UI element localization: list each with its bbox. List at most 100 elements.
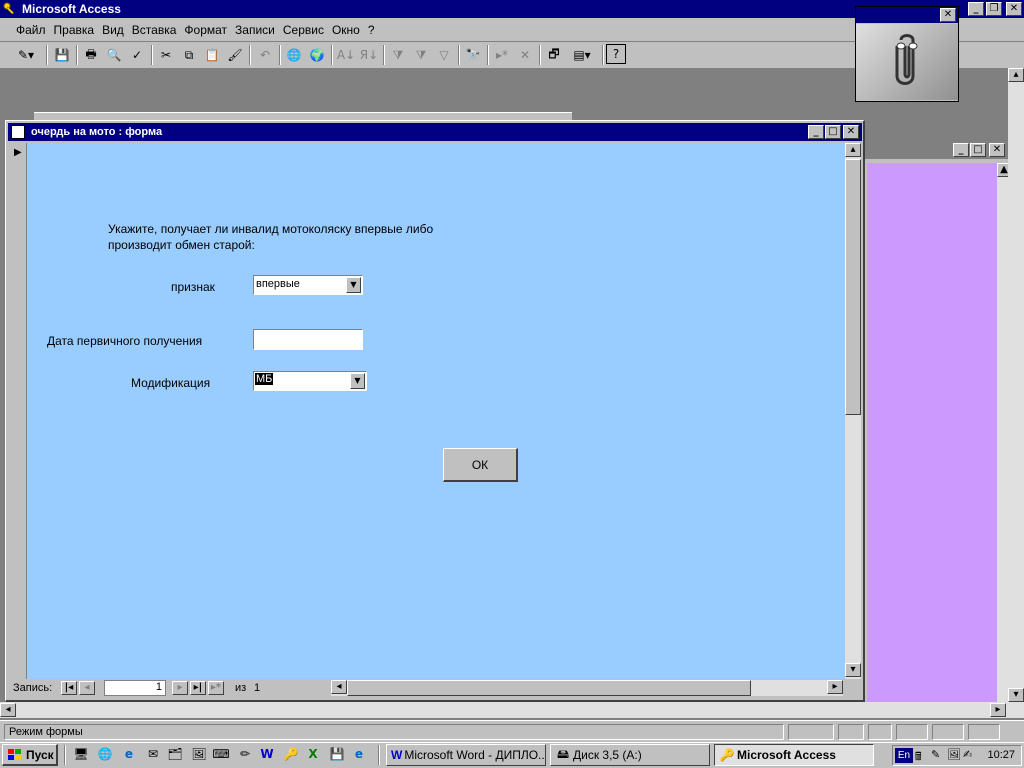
side-close-button[interactable]: ✕ [989,143,1005,157]
close-button[interactable]: ✕ [1006,2,1022,16]
minimize-button[interactable]: _ [968,2,984,16]
form-vertical-scrollbar[interactable]: ▴ ▾ [845,143,861,679]
format-painter-icon[interactable]: 🖌 [224,44,246,66]
ok-button[interactable]: ОК [443,448,518,482]
ie-icon[interactable]: e [120,747,138,763]
task-word[interactable]: W Microsoft Word - ДИПЛО... [386,744,546,766]
date-input[interactable] [253,329,363,350]
delete-record-icon[interactable]: ✕ [514,44,536,66]
tray-app-icon[interactable]: 🖩 [915,748,922,767]
next-record-button[interactable]: ▸ [172,681,188,695]
modification-combo[interactable]: МБ ▼ [253,371,367,391]
sort-descending-icon[interactable]: Я↓ [358,44,380,66]
save-icon[interactable]: 💾 [51,44,73,66]
chevron-down-icon[interactable]: ▼ [346,277,361,293]
form-title-bar[interactable]: очердь на мото : форма _ □ ✕ [8,123,862,141]
new-record-icon[interactable]: ▸* [491,44,513,66]
browser-icon[interactable]: 🌐 [96,747,114,763]
first-record-button[interactable]: |◂ [61,681,77,695]
menu-insert[interactable]: Вставка [128,23,181,37]
assistant-close-button[interactable]: ✕ [940,8,956,22]
excel-icon[interactable]: X [304,747,322,763]
tray-app-icon[interactable]: ✎ [931,748,940,761]
side-maximize-button[interactable]: □ [970,143,986,157]
menu-file[interactable]: Файл [12,23,50,37]
mdi-horizontal-scrollbar[interactable]: ◂ ▸ [0,702,1008,718]
print-icon[interactable]: 🖶 [80,44,102,66]
scroll-left-icon[interactable]: ◂ [331,680,347,694]
task-access[interactable]: 🔑 Microsoft Access [714,744,874,766]
office-assistant[interactable]: ✕ [855,6,959,102]
start-label: Пуск [26,747,54,762]
form-minimize-button[interactable]: _ [808,125,824,139]
keyboard-icon[interactable]: ⌨ [212,747,230,763]
scroll-right-icon[interactable]: ▸ [990,703,1006,717]
preview-icon[interactable]: 🔍 [103,44,125,66]
spelling-icon[interactable]: ✓ [126,44,148,66]
scroll-thumb[interactable] [347,680,751,696]
side-minimize-button[interactable]: _ [953,143,969,157]
word-icon[interactable]: W [258,747,276,763]
restore-button[interactable]: ❐ [986,2,1002,16]
menu-records[interactable]: Записи [231,23,279,37]
tray-app-icon[interactable]: ✍ [963,748,972,761]
help-icon[interactable]: ? [606,44,626,64]
web-icon[interactable]: 🌍 [306,44,328,66]
record-selector[interactable]: ▶ [9,143,27,679]
start-button[interactable]: Пуск [2,744,58,766]
menu-window[interactable]: Окно [328,23,364,37]
scroll-left-icon[interactable]: ◂ [0,703,16,717]
scroll-down-icon[interactable]: ▾ [845,663,861,677]
task-disk[interactable]: 🖴 Диск 3,5 (A:) [550,744,710,766]
priznak-combo[interactable]: впервые ▼ [253,275,363,295]
mdi-vertical-scrollbar[interactable]: ▴ ▾ [1008,68,1024,718]
filter-form-icon[interactable]: ⧩ [410,44,432,66]
copy-icon[interactable]: ⧉ [178,44,200,66]
photo-icon[interactable]: 🖼 [190,747,208,763]
chevron-down-icon[interactable]: ▼ [350,373,365,389]
floppy-icon[interactable]: 💾 [328,747,346,763]
menu-tools[interactable]: Сервис [279,23,328,37]
hyperlink-icon[interactable]: 🌐 [283,44,305,66]
scroll-down-icon[interactable]: ▾ [1008,688,1024,702]
database-window-icon[interactable]: 🗗 [543,44,565,66]
paperclip-icon [856,24,958,100]
menu-help[interactable]: ? [364,23,379,37]
view-icon[interactable]: ✎▾ [10,44,42,66]
form-horizontal-scrollbar[interactable]: ◂ ▸ [331,680,843,696]
language-indicator[interactable]: En [895,748,913,763]
instruction-line-2: производит обмен старой: [108,238,255,252]
last-record-button[interactable]: ▸| [190,681,206,695]
find-icon[interactable]: 🔭 [462,44,484,66]
tray-app-icon[interactable]: 🖼 [947,748,961,761]
form-close-button[interactable]: ✕ [843,125,859,139]
toolbar-separator [458,45,460,65]
undo-icon[interactable]: ↶ [254,44,276,66]
sort-ascending-icon[interactable]: A↓ [335,44,357,66]
key-icon[interactable]: 🔑 [282,747,300,763]
new-object-icon[interactable]: ▤▾ [566,44,598,66]
menu-edit[interactable]: Правка [50,23,99,37]
menu-format[interactable]: Формат [180,23,231,37]
filter-selection-icon[interactable]: ⧩ [387,44,409,66]
scroll-thumb[interactable] [845,159,861,415]
scroll-up-icon[interactable]: ▴ [1008,68,1024,82]
new-record-button[interactable]: ▸* [208,681,224,695]
mail-icon[interactable]: ✉ [144,747,162,763]
menu-view[interactable]: Вид [98,23,128,37]
side-window[interactable]: _ □ ✕ ▲ [862,140,1011,706]
desktop-icon[interactable]: 🖥 [72,747,90,763]
pencil-icon[interactable]: ✏ [236,747,254,763]
apply-filter-icon[interactable]: ▽ [433,44,455,66]
scroll-right-icon[interactable]: ▸ [827,680,843,694]
form-window[interactable]: очердь на мото : форма _ □ ✕ ▶ Укажите, … [5,120,865,702]
prev-record-button[interactable]: ◂ [79,681,95,695]
quicklaunch-separator [64,745,66,765]
record-number-input[interactable]: 1 [104,680,166,696]
scroll-up-icon[interactable]: ▴ [845,143,861,157]
cut-icon[interactable]: ✂ [155,44,177,66]
folder-icon[interactable]: 🗂 [166,747,184,763]
form-maximize-button[interactable]: □ [825,125,841,139]
paste-icon[interactable]: 📋 [201,44,223,66]
ie2-icon[interactable]: e [350,747,368,763]
